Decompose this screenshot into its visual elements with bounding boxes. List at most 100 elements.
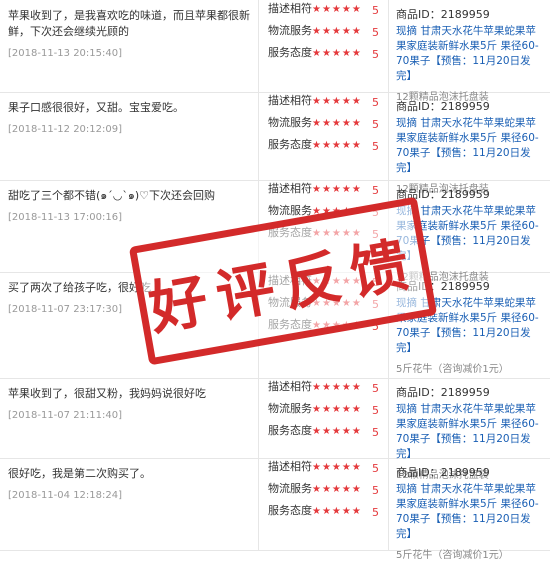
- rating-label: 物流服务: [268, 482, 312, 495]
- star-rating-icon: ★★★★★: [312, 484, 362, 495]
- star-rating-icon: ★★★★★: [312, 26, 362, 37]
- product-id: 商品ID：2189959: [396, 464, 546, 480]
- rating-label: 服务态度: [268, 138, 312, 151]
- column-divider: [258, 458, 259, 550]
- star-rating-icon: ★★★★★: [312, 506, 362, 517]
- review-date: [2018-11-07 21:11:40]: [8, 410, 123, 421]
- rating-score: 5: [372, 140, 379, 153]
- product-title-link[interactable]: 现摘 甘肃天水花牛苹果蛇果苹果家庭装新鲜水果5斤 果径60-70果子【预售：11…: [396, 116, 546, 176]
- product-cell: 商品ID：2189959 现摘 甘肃天水花牛苹果蛇果苹果家庭装新鲜水果5斤 果径…: [396, 0, 546, 103]
- review-comment: 苹果收到了，很甜又粉，我妈妈说很好吃: [8, 387, 206, 400]
- star-rating-icon: ★★★★★: [312, 96, 362, 107]
- rating-cell: 描述相符 ★★★★★ 5 物流服务 ★★★★★ 5 服务态度 ★★★★★ 5: [268, 0, 386, 66]
- product-id: 商品ID：2189959: [396, 98, 546, 114]
- rating-label: 描述相符: [268, 2, 312, 15]
- review-comment-cell: 很好吃，我是第二次购买了。 [2018-11-04 12:18:24]: [8, 458, 258, 501]
- star-rating-icon: ★★★★★: [312, 382, 362, 393]
- product-cell: 商品ID：2189959 现摘 甘肃天水花牛苹果蛇果苹果家庭装新鲜水果5斤 果径…: [396, 458, 546, 561]
- product-id-value: 2189959: [440, 100, 490, 113]
- product-id-value: 2189959: [440, 466, 490, 479]
- rating-line-service: 服务态度 ★★★★★ 5: [268, 44, 386, 66]
- review-date: [2018-11-04 12:18:24]: [8, 490, 123, 501]
- rating-label: 描述相符: [268, 94, 312, 107]
- product-title-link[interactable]: 现摘 甘肃天水花牛苹果蛇果苹果家庭装新鲜水果5斤 果径60-70果子【预售：11…: [396, 482, 546, 542]
- rating-cell: 描述相符 ★★★★★ 5 物流服务 ★★★★★ 5 服务态度 ★★★★★ 5: [268, 458, 386, 524]
- rating-line-logistics: 物流服务 ★★★★★ 5: [268, 480, 386, 502]
- review-comment-cell: 甜吃了三个都不错(๑´◡`๑)♡下次还会回购 [2018-11-13 17:00…: [8, 180, 258, 223]
- product-title-link[interactable]: 现摘 甘肃天水花牛苹果蛇果苹果家庭装新鲜水果5斤 果径60-70果子【预售：11…: [396, 24, 546, 84]
- rating-label: 物流服务: [268, 116, 312, 129]
- product-id-value: 2189959: [440, 8, 490, 21]
- column-divider: [258, 0, 259, 92]
- product-variant: 5斤花牛（咨询减价1元）: [396, 550, 509, 561]
- product-id-value: 2189959: [440, 188, 490, 201]
- rating-line-logistics: 物流服务 ★★★★★ 5: [268, 22, 386, 44]
- rating-score: 5: [372, 426, 379, 439]
- rating-line-service: 服务态度 ★★★★★ 5: [268, 502, 386, 524]
- rating-line-logistics: 物流服务 ★★★★★ 5: [268, 400, 386, 422]
- rating-label: 描述相符: [268, 460, 312, 473]
- column-divider: [388, 92, 389, 180]
- rating-label: 服务态度: [268, 46, 312, 59]
- rating-score: 5: [372, 484, 379, 497]
- review-date: [2018-11-12 20:12:09]: [8, 124, 123, 135]
- rating-score: 5: [372, 382, 379, 395]
- rating-line-desc_match: 描述相符 ★★★★★ 5: [268, 92, 386, 114]
- column-divider: [388, 458, 389, 550]
- rating-label: 服务态度: [268, 504, 312, 517]
- review-row: 苹果收到了，是我喜欢吃的味道，而且苹果都很新鲜，下次还会继续光顾的 [2018-…: [0, 0, 550, 103]
- rating-line-desc_match: 描述相符 ★★★★★ 5: [268, 458, 386, 480]
- rating-label: 物流服务: [268, 24, 312, 37]
- review-comment: 果子口感很很好，又甜。宝宝爱吃。: [8, 101, 184, 114]
- star-rating-icon: ★★★★★: [312, 140, 362, 151]
- star-rating-icon: ★★★★★: [312, 426, 362, 437]
- product-id: 商品ID：2189959: [396, 186, 546, 202]
- product-title-link[interactable]: 现摘 甘肃天水花牛苹果蛇果苹果家庭装新鲜水果5斤 果径60-70果子【预售：11…: [396, 402, 546, 462]
- star-rating-icon: ★★★★★: [312, 48, 362, 59]
- review-comment-cell: 苹果收到了，很甜又粉，我妈妈说很好吃 [2018-11-07 21:11:40]: [8, 378, 258, 421]
- review-comment: 苹果收到了，是我喜欢吃的味道，而且苹果都很新鲜，下次还会继续光顾的: [8, 9, 250, 38]
- rating-cell: 描述相符 ★★★★★ 5 物流服务 ★★★★★ 5 服务态度 ★★★★★ 5: [268, 92, 386, 158]
- rating-line-service: 服务态度 ★★★★★ 5: [268, 136, 386, 158]
- product-id-prefix: 商品ID：: [396, 466, 441, 479]
- column-divider: [258, 92, 259, 180]
- rating-line-desc_match: 描述相符 ★★★★★ 5: [268, 180, 386, 202]
- rating-line-desc_match: 描述相符 ★★★★★ 5: [268, 378, 386, 400]
- rating-score: 5: [372, 184, 379, 197]
- product-id-prefix: 商品ID：: [396, 386, 441, 399]
- rating-label: 服务态度: [268, 424, 312, 437]
- review-date: [2018-11-13 20:15:40]: [8, 48, 123, 59]
- star-rating-icon: ★★★★★: [312, 462, 362, 473]
- rating-line-service: 服务态度 ★★★★★ 5: [268, 422, 386, 444]
- rating-line-desc_match: 描述相符 ★★★★★ 5: [268, 0, 386, 22]
- star-rating-icon: ★★★★★: [312, 404, 362, 415]
- column-divider: [258, 378, 259, 458]
- rating-label: 描述相符: [268, 182, 312, 195]
- rating-label: 描述相符: [268, 380, 312, 393]
- product-id-value: 2189959: [440, 386, 490, 399]
- rating-score: 5: [372, 96, 379, 109]
- rating-score: 5: [372, 506, 379, 519]
- review-row: 果子口感很很好，又甜。宝宝爱吃。 [2018-11-12 20:12:09] 描…: [0, 92, 550, 195]
- star-rating-icon: ★★★★★: [312, 118, 362, 129]
- rating-score: 5: [372, 118, 379, 131]
- star-rating-icon: ★★★★★: [312, 4, 362, 15]
- column-divider: [388, 378, 389, 458]
- rating-line-logistics: 物流服务 ★★★★★ 5: [268, 114, 386, 136]
- review-date: [2018-11-13 17:00:16]: [8, 212, 123, 223]
- rating-label: 物流服务: [268, 402, 312, 415]
- rating-score: 5: [372, 462, 379, 475]
- product-id: 商品ID：2189959: [396, 384, 546, 400]
- rating-score: 5: [372, 48, 379, 61]
- review-row: 苹果收到了，很甜又粉，我妈妈说很好吃 [2018-11-07 21:11:40]…: [0, 378, 550, 481]
- product-id-value: 2189959: [440, 280, 490, 293]
- rating-cell: 描述相符 ★★★★★ 5 物流服务 ★★★★★ 5 服务态度 ★★★★★ 5: [268, 378, 386, 444]
- review-comment-cell: 苹果收到了，是我喜欢吃的味道，而且苹果都很新鲜，下次还会继续光顾的 [2018-…: [8, 0, 258, 59]
- review-comment-cell: 果子口感很很好，又甜。宝宝爱吃。 [2018-11-12 20:12:09]: [8, 92, 258, 135]
- product-id: 商品ID：2189959: [396, 6, 546, 22]
- rating-score: 5: [372, 404, 379, 417]
- star-rating-icon: ★★★★★: [312, 184, 362, 195]
- column-divider: [388, 0, 389, 92]
- review-comment: 甜吃了三个都不错(๑´◡`๑)♡下次还会回购: [8, 189, 216, 202]
- review-comment: 很好吃，我是第二次购买了。: [8, 467, 151, 480]
